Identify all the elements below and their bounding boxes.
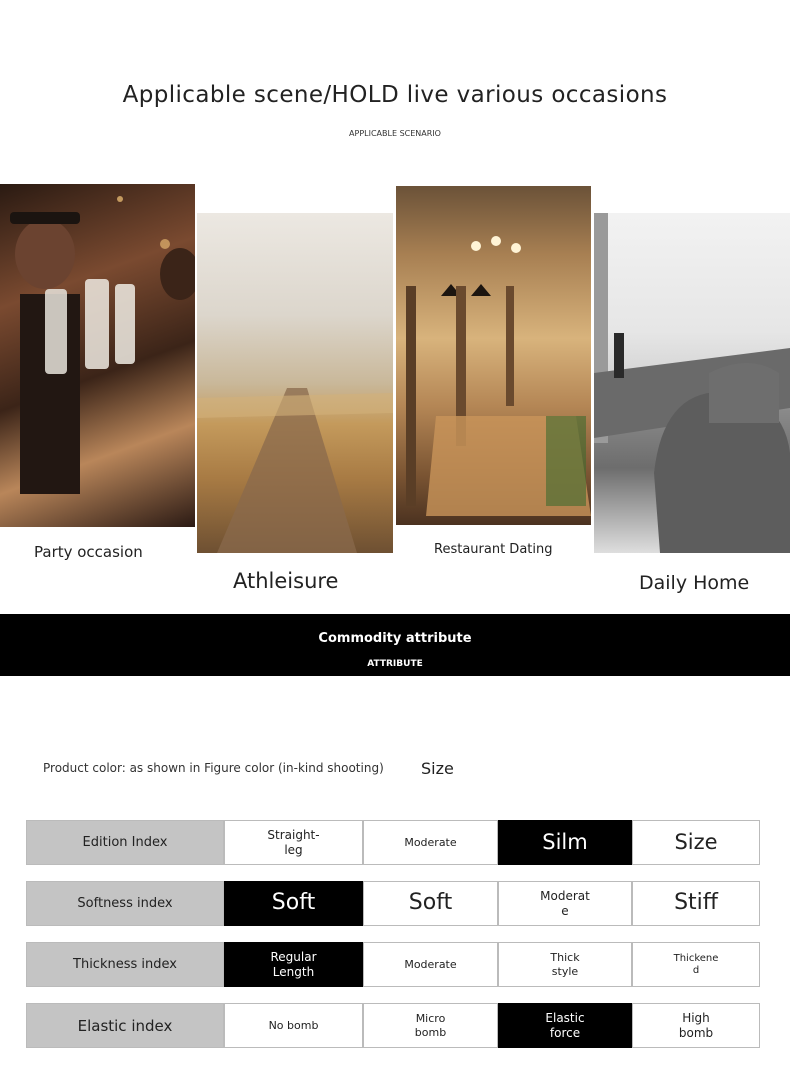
page-title: Applicable scene/HOLD live various occas… <box>122 82 668 108</box>
product-size-label: Size <box>421 759 454 778</box>
attribute-option: Moderate <box>363 942 498 987</box>
attribute-option: High bomb <box>632 1003 760 1048</box>
attribute-banner-subtitle: ATTRIBUTE <box>367 659 423 669</box>
attribute-option: Soft <box>363 881 498 926</box>
attribute-option-selected: Silm <box>498 820 632 865</box>
attribute-row: Softness index Soft Soft Moderat e Stiff <box>26 881 760 926</box>
athleisure-photo <box>197 213 393 553</box>
attribute-option: Moderat e <box>498 881 632 926</box>
attribute-option: No bomb <box>224 1003 363 1048</box>
attribute-row-label: Thickness index <box>26 942 224 987</box>
restaurant-photo <box>396 186 591 525</box>
attribute-option: Straight- leg <box>224 820 363 865</box>
attribute-option: Micro bomb <box>363 1003 498 1048</box>
scene-label-athleisure: Athleisure <box>233 569 339 593</box>
page-subtitle: APPLICABLE SCENARIO <box>349 129 441 138</box>
scene-label-party: Party occasion <box>34 543 143 561</box>
attribute-banner-title: Commodity attribute <box>318 631 472 646</box>
attribute-row: Elastic index No bomb Micro bomb Elastic fo… <box>26 1003 760 1048</box>
party-photo <box>0 184 195 527</box>
attribute-option: Thickene d <box>632 942 760 987</box>
attribute-row: Edition Index Straight- leg Moderate Silm Si… <box>26 820 760 865</box>
attribute-option: Size <box>632 820 760 865</box>
attribute-row-label: Elastic index <box>26 1003 224 1048</box>
attribute-row: Thickness index Regular Length Moderate Thi… <box>26 942 760 987</box>
attribute-option-selected: Elastic force <box>498 1003 632 1048</box>
scene-label-restaurant: Restaurant Dating <box>434 542 553 557</box>
attribute-row-label: Edition Index <box>26 820 224 865</box>
attribute-option-selected: Regular Length <box>224 942 363 987</box>
attribute-option-selected: Soft <box>224 881 363 926</box>
scene-label-home: Daily Home <box>639 572 750 594</box>
home-photo <box>594 213 790 553</box>
product-color-text: Product color: as shown in Figure color … <box>43 761 384 775</box>
attribute-option: Moderate <box>363 820 498 865</box>
attribute-row-label: Softness index <box>26 881 224 926</box>
attribute-option: Stiff <box>632 881 760 926</box>
attribute-option: Thick style <box>498 942 632 987</box>
